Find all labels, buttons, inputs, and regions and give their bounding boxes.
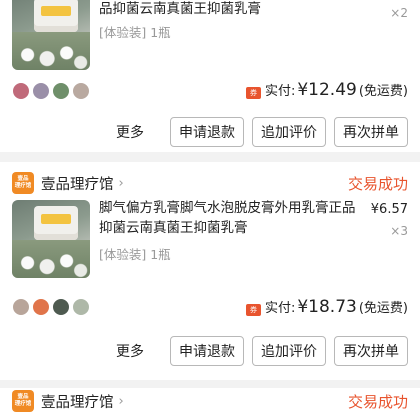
shop-logo: 壹品 理疗馆 [12,390,34,412]
product-title[interactable]: 脚气偏方乳膏脚气水泡脱皮膏外用乳膏正品抑菌云南真菌王抑菌乳膏 [99,198,361,238]
avatar [72,82,90,100]
shop-header[interactable]: 壹品 理疗馆 壹品理疗馆 › [12,389,124,413]
shop-name[interactable]: 壹品理疗馆 [41,173,114,194]
product-sku: [体验装] 1瓶 [99,247,171,262]
more-button[interactable]: 更多 [116,122,144,142]
product-thumbnail[interactable] [12,0,90,70]
order-card: 品抑菌云南真菌王抑菌乳膏 [体验装] 1瓶 ×2 券 实付: ¥12.49 (免… [0,0,420,152]
paid-amount: ¥12.49 [297,80,357,100]
shipping-note: (免运费) [358,84,408,99]
reorder-button[interactable]: 再次拼单 [334,117,408,147]
avatar [32,298,50,316]
avatar [12,82,30,100]
product-price: ¥6.57 [370,202,408,217]
order-actions: 更多 申请退款 追加评价 再次拼单 [116,117,408,147]
product-thumbnail[interactable] [12,200,90,278]
shop-logo: 壹品 理疗馆 [12,172,34,194]
order-status: 交易成功 [347,174,408,193]
product-quantity: ×3 [390,224,408,238]
shop-name[interactable]: 壹品理疗馆 [41,391,114,412]
avatar [32,82,50,100]
product-title[interactable]: 品抑菌云南真菌王抑菌乳膏 [99,0,361,19]
shipping-note: (免运费) [358,301,408,316]
order-card: 壹品 理疗馆 壹品理疗馆 › 交易成功 脚气偏方乳膏脚气水泡脱皮膏外用乳膏正品抑菌… [0,162,420,380]
more-button[interactable]: 更多 [116,341,144,361]
add-review-button[interactable]: 追加评价 [252,336,326,366]
product-quantity: ×2 [390,6,408,20]
add-review-button[interactable]: 追加评价 [252,117,326,147]
order-card: 壹品 理疗馆 壹品理疗馆 › 交易成功 [0,388,420,420]
paid-amount: ¥18.73 [297,297,357,317]
refund-button[interactable]: 申请退款 [170,336,244,366]
product-sku: [体验装] 1瓶 [99,25,171,40]
paid-summary: 券 实付: ¥12.49 (免运费) [245,80,408,100]
paid-label: 实付: [264,84,296,99]
coupon-icon: 券 [245,304,261,316]
buyer-avatars [12,82,92,100]
reorder-button[interactable]: 再次拼单 [334,336,408,366]
buyer-avatars [12,298,92,316]
refund-button[interactable]: 申请退款 [170,117,244,147]
avatar [52,82,70,100]
paid-summary: 券 实付: ¥18.73 (免运费) [245,297,408,317]
chevron-right-icon: › [118,393,124,409]
order-actions: 更多 申请退款 追加评价 再次拼单 [116,336,408,366]
avatar [52,298,70,316]
order-status: 交易成功 [347,392,408,411]
avatar [72,298,90,316]
coupon-icon: 券 [245,87,261,99]
shop-header[interactable]: 壹品 理疗馆 壹品理疗馆 › [12,171,124,195]
chevron-right-icon: › [118,175,124,191]
avatar [12,298,30,316]
paid-label: 实付: [264,301,296,316]
